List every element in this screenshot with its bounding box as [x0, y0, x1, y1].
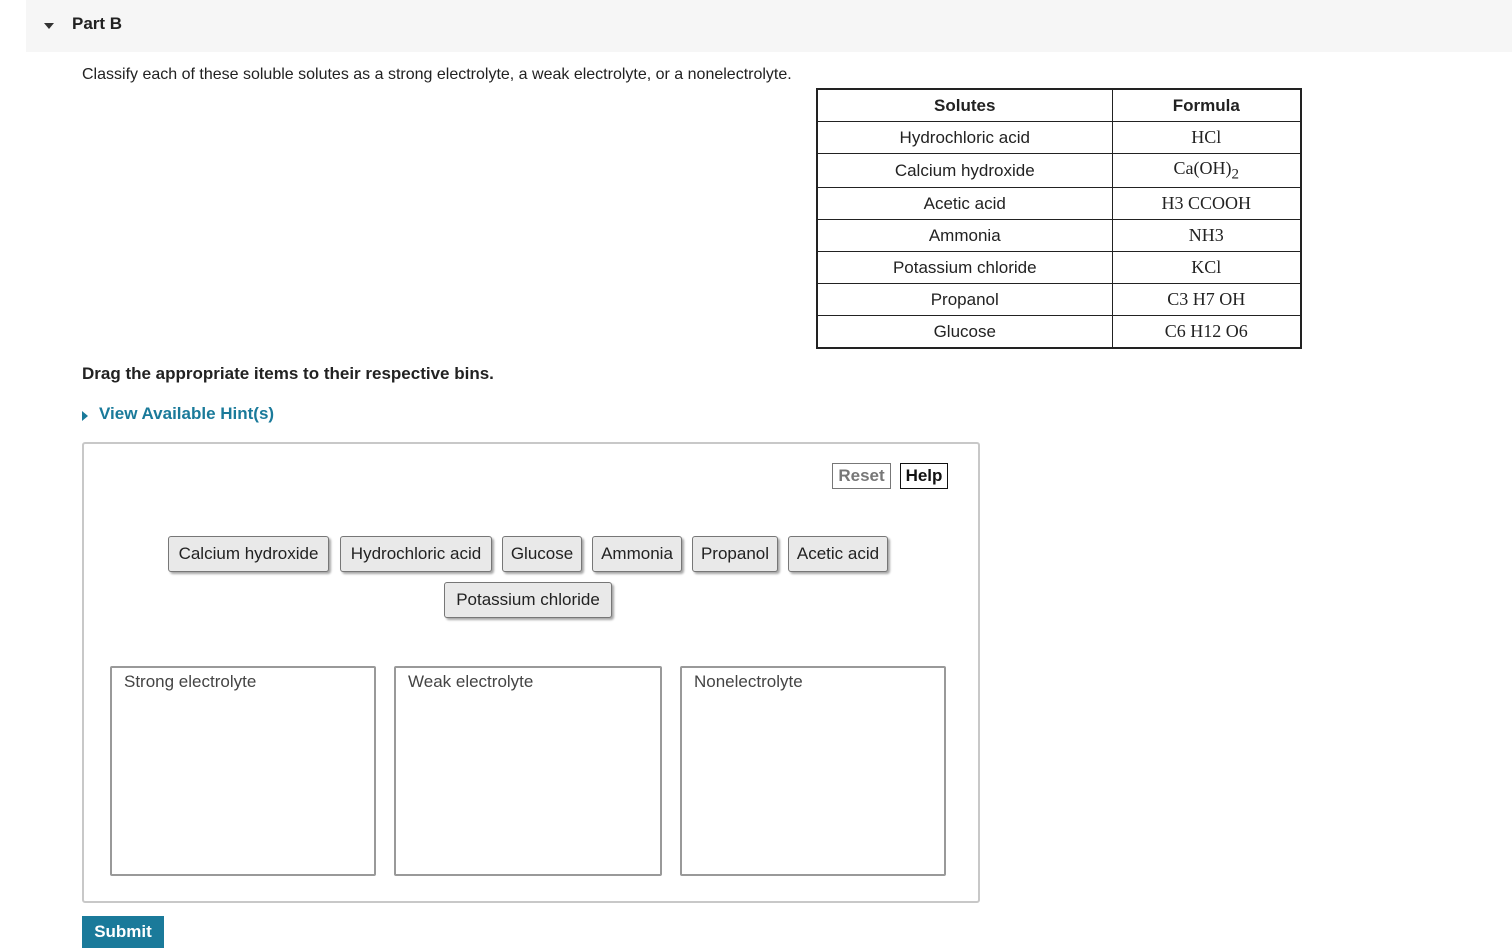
chip-glucose[interactable]: Glucose — [502, 536, 582, 572]
bin-label: Nonelectrolyte — [694, 672, 817, 692]
chip-potassium-chloride[interactable]: Potassium chloride — [444, 582, 612, 618]
formula-cell: NH3 — [1111, 219, 1302, 252]
formula-cell: C6 H12 O6 — [1111, 315, 1302, 349]
drag-instruction: Drag the appropriate items to their resp… — [82, 364, 494, 383]
table-row: Calcium hydroxide Ca(OH)2 — [816, 153, 1302, 188]
solutes-table: Solutes Formula Hydrochloric acid HCl Ca… — [816, 88, 1302, 349]
solute-cell: Glucose — [816, 315, 1113, 349]
bin-nonelectrolyte[interactable]: Nonelectrolyte — [680, 666, 946, 876]
reset-button[interactable]: Reset — [832, 463, 891, 489]
submit-button[interactable]: Submit — [82, 916, 164, 948]
formula-cell: H3 CCOOH — [1111, 187, 1302, 220]
formula-subscript: 2 — [1231, 166, 1239, 183]
bin-label: Strong electrolyte — [124, 672, 271, 692]
chip-calcium-hydroxide[interactable]: Calcium hydroxide — [168, 536, 329, 572]
table-row: Ammonia NH3 — [816, 219, 1302, 252]
solute-cell: Calcium hydroxide — [816, 153, 1113, 188]
bin-strong-electrolyte[interactable]: Strong electrolyte — [110, 666, 376, 876]
view-hints-link[interactable]: View Available Hint(s) — [99, 404, 274, 424]
formula-cell: KCl — [1111, 251, 1302, 284]
part-title: Part B — [72, 14, 123, 33]
header-solutes: Solutes — [816, 88, 1113, 122]
collapse-caret-icon[interactable] — [44, 23, 54, 29]
solute-cell: Hydrochloric acid — [816, 121, 1113, 154]
bin-label: Weak electrolyte — [408, 672, 548, 692]
formula-text: Ca(OH) — [1173, 157, 1232, 178]
solute-cell: Ammonia — [816, 219, 1113, 252]
question-instruction: Classify each of these soluble solutes a… — [82, 66, 792, 83]
solute-cell: Propanol — [816, 283, 1113, 316]
help-button[interactable]: Help — [900, 463, 948, 489]
header-formula: Formula — [1111, 88, 1302, 122]
table-row: Hydrochloric acid HCl — [816, 121, 1302, 154]
chip-propanol[interactable]: Propanol — [692, 536, 778, 572]
part-header[interactable] — [26, 0, 1512, 52]
formula-cell: C3 H7 OH — [1111, 283, 1302, 316]
table-row: Potassium chloride KCl — [816, 251, 1302, 284]
table-row: Glucose C6 H12 O6 — [816, 315, 1302, 349]
chip-hydrochloric-acid[interactable]: Hydrochloric acid — [340, 536, 492, 572]
solute-cell: Acetic acid — [816, 187, 1113, 220]
table-row: Acetic acid H3 CCOOH — [816, 187, 1302, 220]
table-row: Propanol C3 H7 OH — [816, 283, 1302, 316]
solute-cell: Potassium chloride — [816, 251, 1113, 284]
expand-caret-icon[interactable] — [82, 411, 88, 421]
formula-cell: Ca(OH)2 — [1111, 153, 1302, 188]
chip-ammonia[interactable]: Ammonia — [592, 536, 682, 572]
bin-weak-electrolyte[interactable]: Weak electrolyte — [394, 666, 662, 876]
formula-cell: HCl — [1111, 121, 1302, 154]
chip-acetic-acid[interactable]: Acetic acid — [788, 536, 888, 572]
